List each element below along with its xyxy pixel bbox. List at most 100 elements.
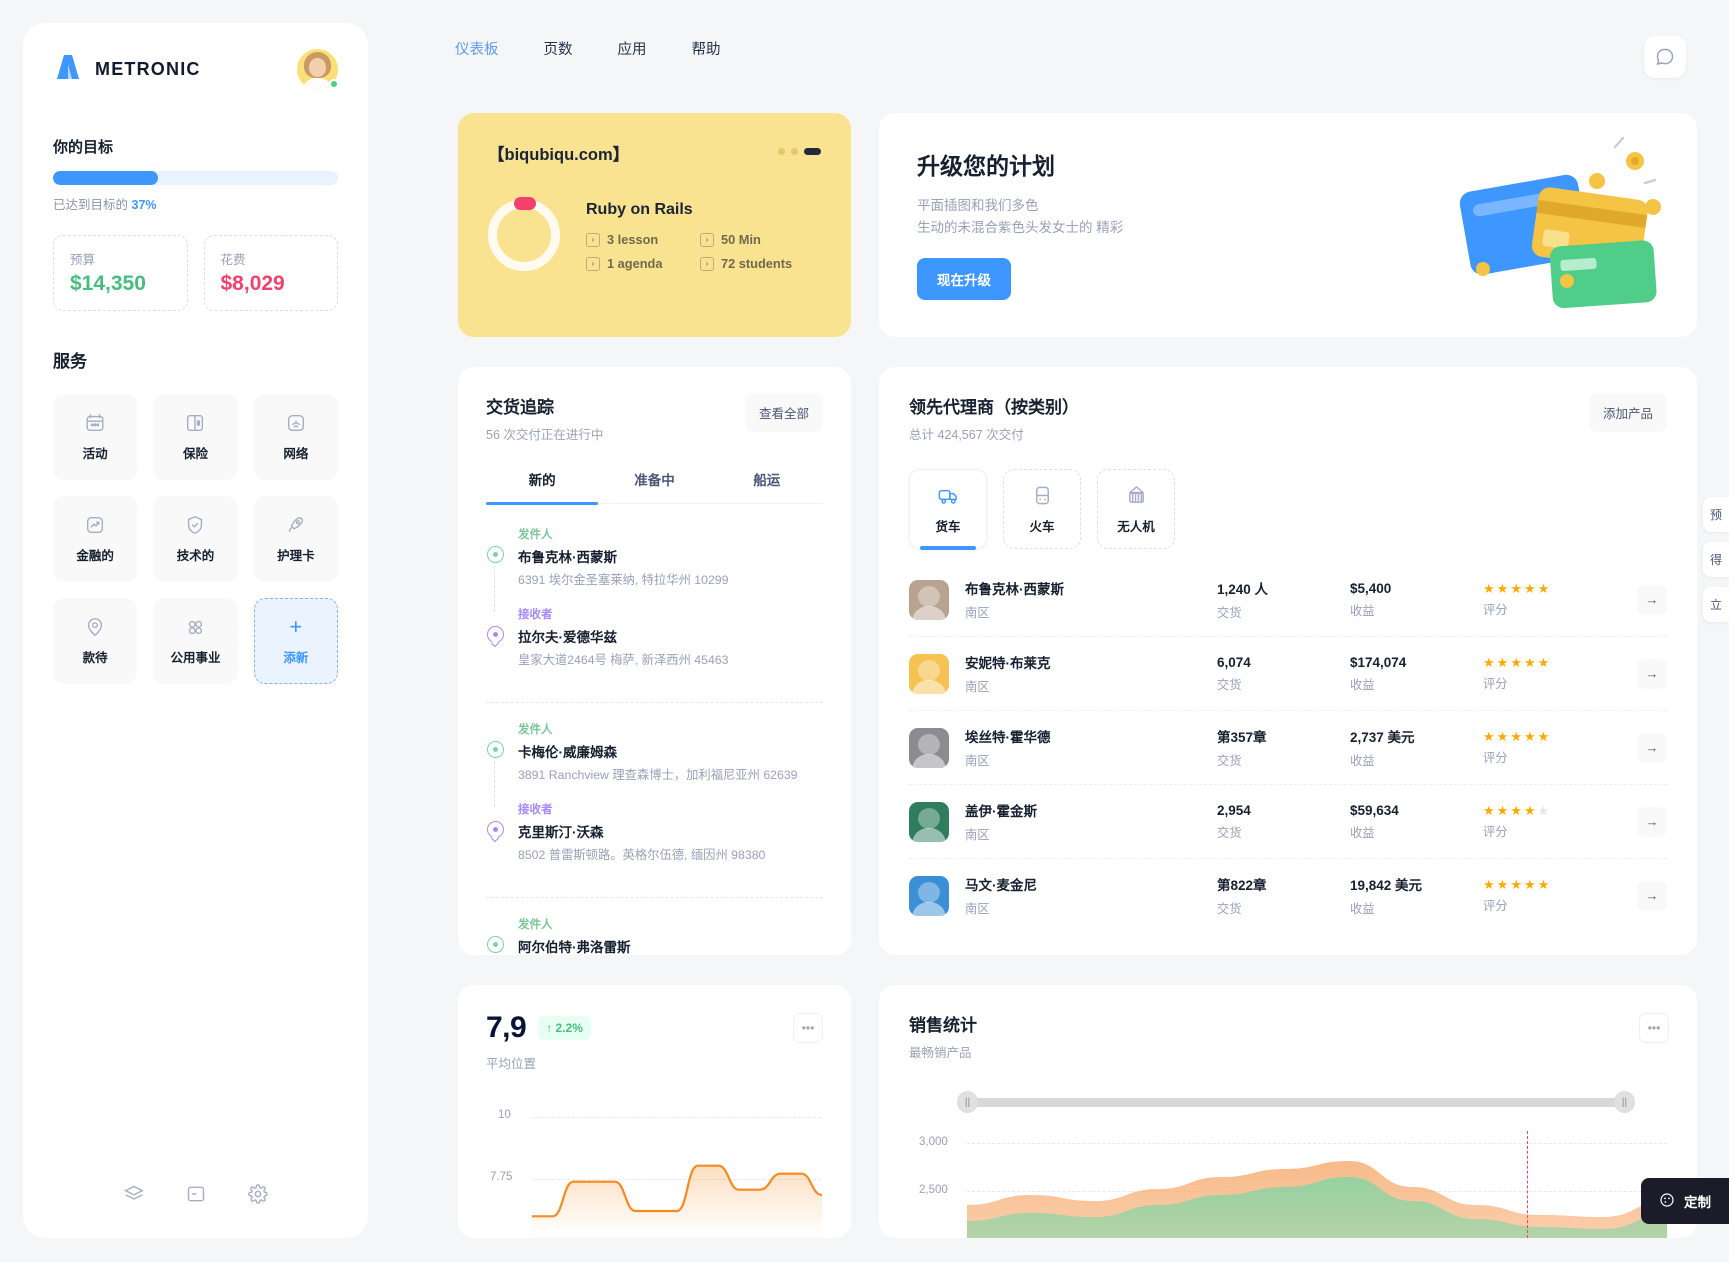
y-tick-label: 7.75 [490, 1171, 513, 1183]
mode-label: 无人机 [1117, 519, 1155, 534]
agent-deliveries-caption: 交货 [1217, 677, 1242, 692]
add-product-button[interactable]: 添加产品 [1588, 393, 1667, 432]
service-cell-7[interactable]: 款待 [53, 598, 138, 684]
star-icon: ★ [1496, 802, 1509, 818]
dots-icon[interactable]: ••• [793, 1013, 823, 1043]
y-tick-label: 2,500 [919, 1184, 948, 1196]
avatar[interactable] [297, 49, 339, 90]
ring-marker [514, 197, 536, 210]
spent-value: $8,029 [220, 272, 285, 295]
peek-item-1[interactable]: 预 [1703, 497, 1729, 532]
agent-revenue-value: $174,074 [1350, 654, 1407, 670]
receiver-role-label: 接收者 [518, 609, 553, 622]
agent-deliveries-caption: 交货 [1217, 754, 1242, 768]
row-arrow-icon[interactable]: → [1637, 658, 1667, 689]
service-cell-3[interactable]: 网络 [253, 394, 338, 480]
receiver-name: 拉尔夫·爱德华兹 [518, 630, 617, 646]
mode-tab-3[interactable]: 无人机 [1097, 469, 1175, 549]
metronic-logo-icon [53, 53, 83, 86]
star-icon: ★ [1496, 654, 1509, 670]
sales-subtitle: 最畅销产品 [909, 1046, 972, 1060]
agent-rating-caption: 评分 [1483, 824, 1508, 839]
slider-handle-left[interactable]: || [957, 1091, 978, 1113]
delivery-tab-1[interactable]: 新的 [486, 469, 599, 505]
right-peek-panel: 预得立 [1703, 497, 1729, 632]
row-arrow-icon[interactable]: → [1637, 806, 1667, 837]
customize-button[interactable]: 定制 [1641, 1178, 1729, 1224]
spent-label: 花费 [220, 253, 246, 267]
goal-progress-bar [53, 171, 338, 185]
average-position-card: 7,9 ↑ 2.2% 平均位置 ••• 10 7.75 [458, 985, 851, 1238]
mode-tab-2[interactable]: 火车 [1003, 469, 1081, 549]
table-row[interactable]: 埃丝特·霍华德 南区 第357章 交货 2,737 美元 收益 ★ ★ ★ ★ ★ 评分 → [909, 711, 1667, 785]
chevron-right-icon: › [586, 232, 600, 247]
nav-item-2[interactable]: 页数 [544, 38, 573, 59]
slider-handle-right[interactable]: || [1614, 1091, 1635, 1113]
pagination-dot[interactable] [778, 148, 785, 155]
sender-name: 布鲁克林·西蒙斯 [518, 550, 617, 565]
agent-revenue-value: $5,400 [1350, 580, 1392, 596]
service-cell-5[interactable]: 技术的 [153, 496, 238, 582]
star-icon: ★ [1510, 728, 1522, 744]
nav-item-4[interactable]: 帮助 [692, 38, 721, 59]
row-arrow-icon[interactable]: → [1637, 732, 1667, 763]
sales-range-slider[interactable]: || || [957, 1091, 1635, 1113]
course-progress-ring [488, 197, 560, 271]
star-icon: ★ [1510, 876, 1522, 892]
course-card: 【biqubiqu.com】 Ruby on Rails › 3 lesson › 5… [458, 113, 851, 337]
table-row[interactable]: 安妮特·布莱克 南区 6,074 交货 $174,074 收益 ★ ★ ★ ★ ★ 评分 → [909, 637, 1667, 711]
view-all-button[interactable]: 查看全部 [744, 393, 823, 432]
service-cell-9[interactable]: + 添新 [253, 598, 338, 684]
agent-revenue-value: $59,634 [1350, 802, 1399, 818]
rating-stars: ★ ★ ★ ★ ★ [1483, 878, 1613, 891]
agent-deliveries-value: 2,954 [1217, 802, 1251, 818]
rating-stars: ★ ★ ★ ★ ★ [1483, 730, 1613, 743]
star-icon: ★ [1523, 728, 1536, 744]
sender-block: 发件人 卡梅伦·威廉姆森 3891 Ranchview 理查森博士，加利福尼亚州 6… [486, 721, 823, 808]
delivery-tab-3[interactable]: 船运 [711, 469, 823, 503]
row-arrow-icon[interactable]: → [1637, 880, 1667, 911]
table-row[interactable]: 马文·麦金尼 南区 第822章 交货 19,842 美元 收益 ★ ★ ★ ★ ★ 评分 → [909, 859, 1667, 932]
note-icon[interactable] [186, 1184, 206, 1204]
nav-item-1[interactable]: 仪表板 [455, 38, 499, 59]
service-cell-6[interactable]: 护理卡 [253, 496, 338, 582]
upgrade-now-button[interactable]: 现在升级 [917, 257, 1011, 300]
layers-icon[interactable] [123, 1184, 144, 1204]
agent-revenue-value: 2,737 美元 [1350, 730, 1415, 745]
course-meta-label: 72 students [721, 256, 793, 271]
service-cell-2[interactable]: 保险 [153, 394, 238, 480]
goal-progress-fill [53, 171, 159, 185]
agents-table: 布鲁克林·西蒙斯 南区 1,240 人交货 $5,400 收益 ★ ★ ★ ★ ★ 评分 → 安妮特·布… [909, 563, 1667, 932]
sales-statistics-card: 销售统计 最畅销产品 ••• || || 3,000 2,500 [879, 985, 1697, 1238]
service-cell-1[interactable]: 活动 [53, 394, 138, 480]
row-arrow-icon[interactable]: → [1637, 584, 1667, 615]
dots-icon[interactable]: ••• [1639, 1013, 1669, 1043]
agent-name: 安妮特·布莱克 [965, 656, 1051, 671]
slider-track[interactable] [957, 1098, 1635, 1107]
mode-tab-1[interactable]: 货车 [909, 469, 987, 550]
brand[interactable]: METRONIC [53, 53, 201, 86]
agents-subtitle: 总计 424,567 次交付 [909, 428, 1024, 442]
gear-icon[interactable] [247, 1184, 268, 1204]
course-card-pagination[interactable] [778, 141, 821, 155]
star-icon: ★ [1483, 580, 1495, 596]
table-row[interactable]: 盖伊·霍金斯 南区 2,954 交货 $59,634 收益 ★ ★ ★ ★ ★ 评分 → [909, 785, 1667, 859]
chat-icon[interactable] [1644, 36, 1686, 78]
pagination-dot-active[interactable] [804, 148, 821, 155]
avatar [909, 653, 949, 694]
peek-item-3[interactable]: 立 [1703, 587, 1729, 622]
nav-item-3[interactable]: 应用 [618, 38, 647, 59]
budget-label: 预算 [70, 253, 96, 267]
peek-item-2[interactable]: 得 [1703, 542, 1729, 577]
pagination-dot[interactable] [791, 148, 798, 155]
spent-box: 花费 $8,029 [203, 235, 338, 311]
sender-name: 卡梅伦·威廉姆森 [518, 745, 617, 761]
course-card-body: Ruby on Rails › 3 lesson › 50 Min › 1 agenda ›… [488, 197, 821, 271]
sender-block: 发件人 阿尔伯特·弗洛雷斯 [486, 916, 823, 977]
delivery-tab-2[interactable]: 准备中 [598, 469, 710, 503]
service-cell-4[interactable]: 金融的 [53, 496, 138, 582]
receiver-address: 8502 普雷斯顿路。英格尔伍德, 缅因州 98380 [518, 848, 766, 863]
service-cell-8[interactable]: 公用事业 [153, 598, 238, 684]
course-card-header: 【biqubiqu.com】 [488, 141, 821, 165]
table-row[interactable]: 布鲁克林·西蒙斯 南区 1,240 人交货 $5,400 收益 ★ ★ ★ ★ ★ 评分 → [909, 563, 1667, 637]
